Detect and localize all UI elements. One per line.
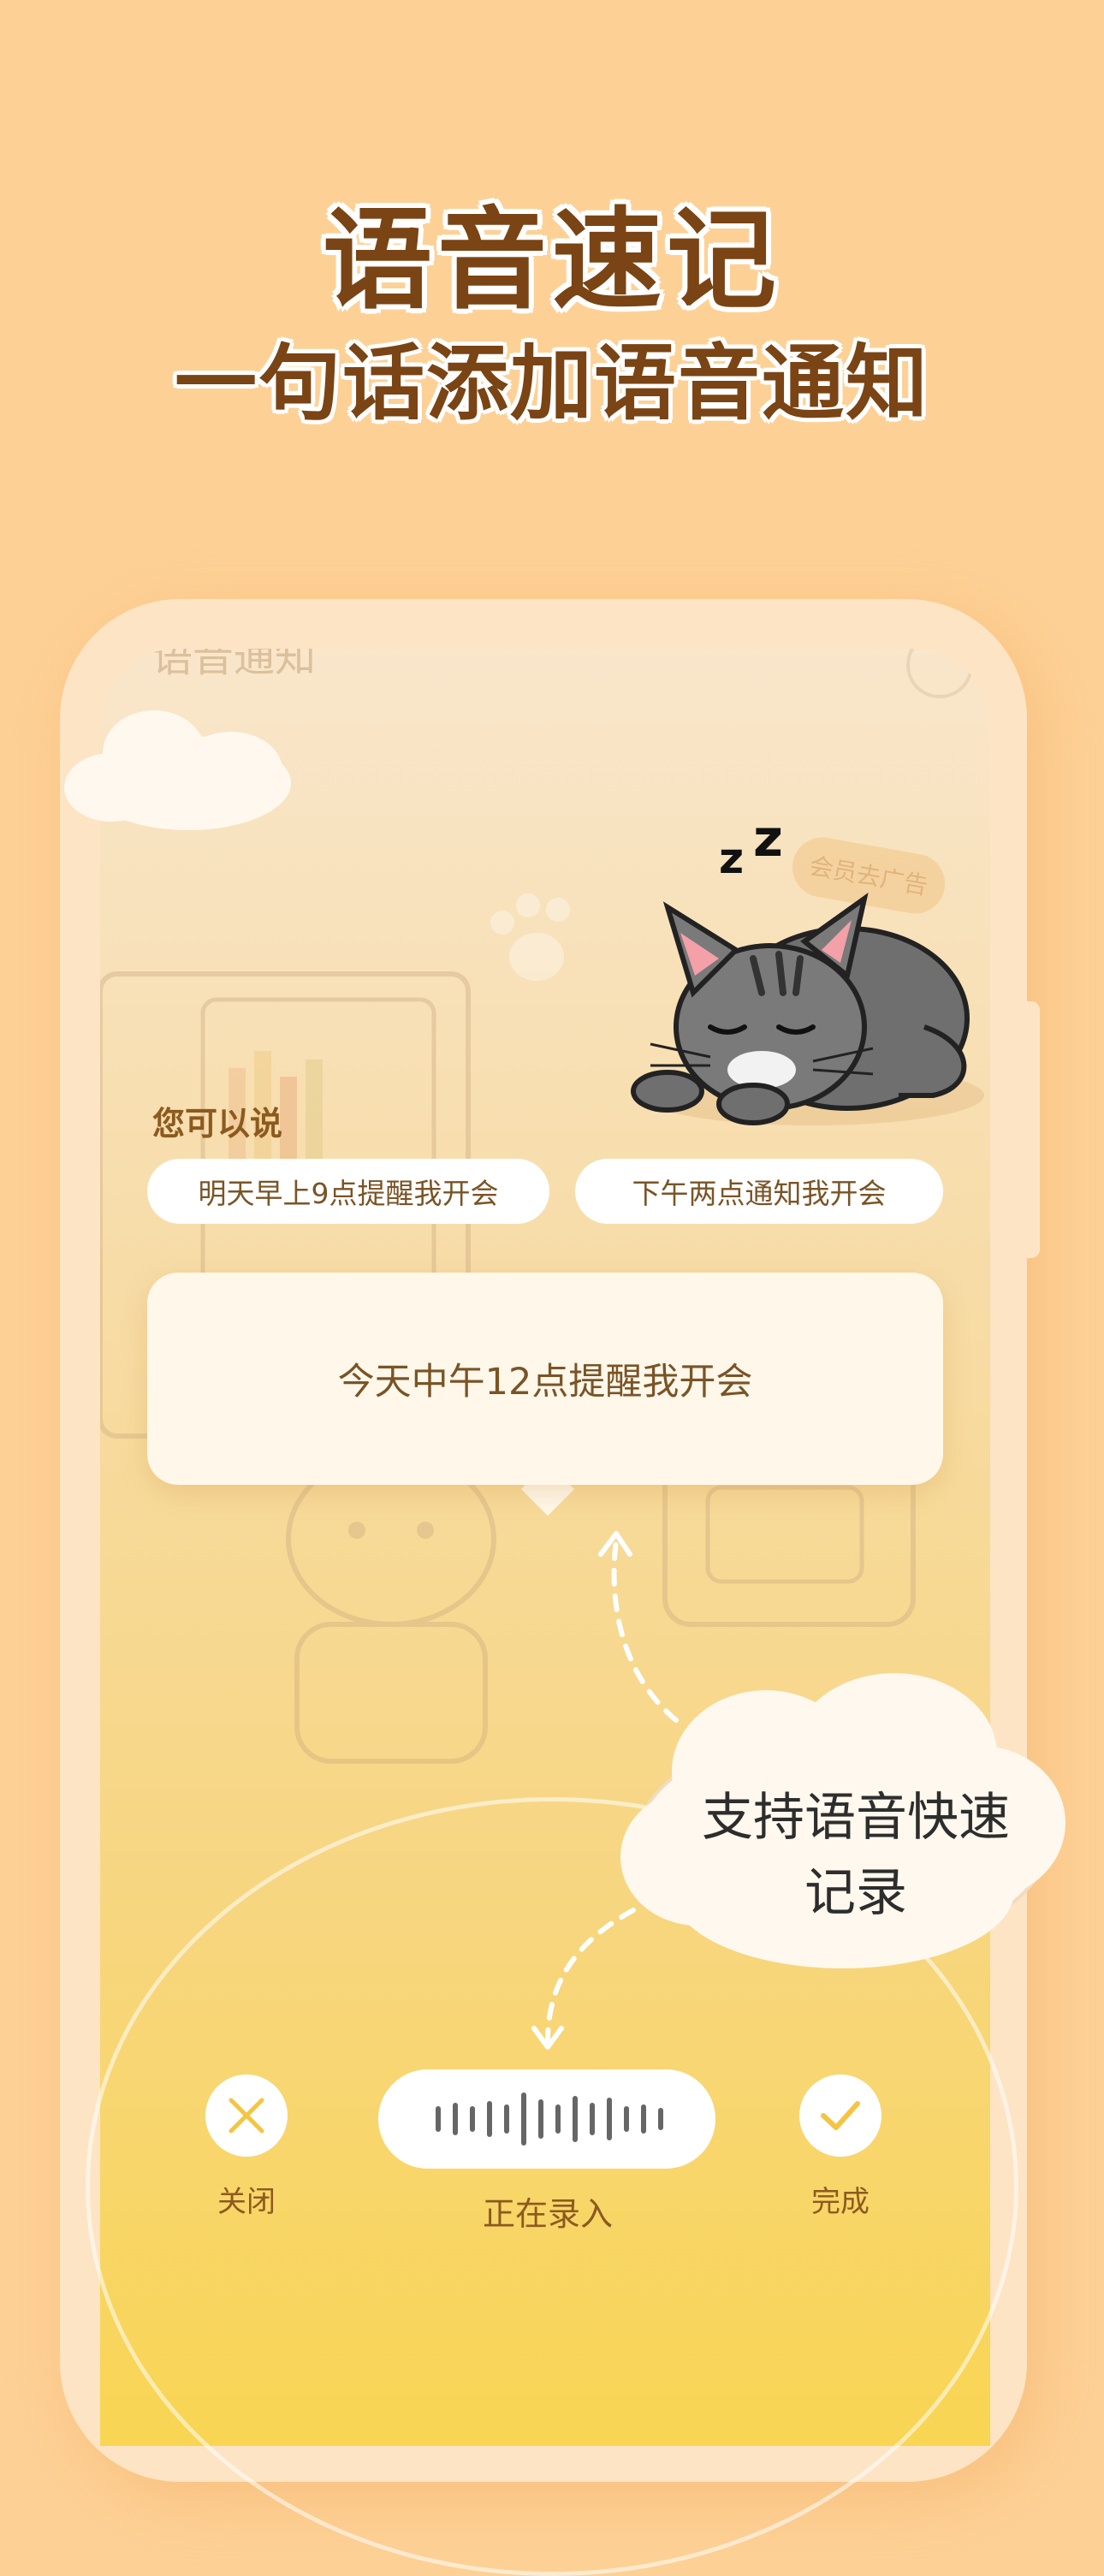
callout-line-1: 支持语音快速 xyxy=(702,1788,1010,1848)
done-button[interactable] xyxy=(799,2074,881,2157)
check-icon xyxy=(821,2101,860,2130)
sleeping-cat-illustration: z z xyxy=(631,822,984,1125)
recording-label: 正在录入 xyxy=(482,2195,613,2233)
svg-text:z: z xyxy=(753,822,783,869)
callout-line-2: 记录 xyxy=(804,1863,907,1923)
done-label: 完成 xyxy=(811,2185,870,2219)
close-x-icon xyxy=(229,2098,264,2134)
close-label: 关闭 xyxy=(217,2185,276,2219)
paw-print-icon xyxy=(490,893,570,981)
suggestion-chip[interactable]: 明天早上9点提醒我开会 xyxy=(147,1159,549,1224)
suggestion-chip[interactable]: 下午两点通知我开会 xyxy=(575,1159,943,1224)
callout-text: 支持语音快速 记录 xyxy=(676,1780,1036,1931)
cloud-illustration xyxy=(64,710,291,830)
headline-title: 语音速记 xyxy=(322,197,781,324)
headline-subtitle: 一句话添加语音通知 xyxy=(175,335,929,431)
phone-side-button xyxy=(1023,1001,1040,1258)
recognized-text-bubble: 今天中午12点提醒我开会 xyxy=(147,1273,943,1485)
waveform-icon xyxy=(436,2092,663,2146)
close-button[interactable] xyxy=(205,2074,288,2157)
settings-icon[interactable] xyxy=(906,649,973,698)
prompt-label: 您可以说 xyxy=(152,1105,283,1143)
recording-button[interactable] xyxy=(378,2069,715,2169)
svg-text:z: z xyxy=(719,834,744,883)
screen-title: 语音通知 xyxy=(151,649,317,681)
